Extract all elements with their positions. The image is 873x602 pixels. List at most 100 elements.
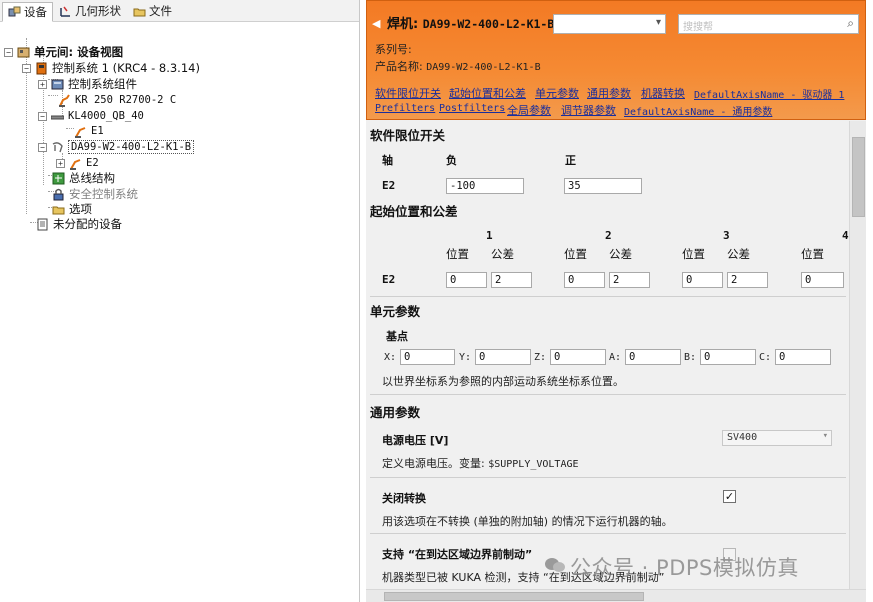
coord-label-a: A: [609, 352, 622, 363]
tree-item-options[interactable]: 选项 [52, 201, 92, 217]
nav-link-drive-1[interactable]: DefaultAxisName - 驱动器 1 [694, 86, 844, 101]
device-tree: − 单元间: 设备视图 − 控制系统 1 (KRC4 - 8.3.14) + 控… [0, 22, 359, 231]
search-input[interactable]: 搜搜帮 ⌕ [678, 14, 859, 34]
col-header-positive: 正 [565, 154, 576, 167]
tree-item-bus[interactable]: 总线结构 [52, 170, 115, 186]
base-a-field[interactable]: 0 [625, 349, 681, 365]
sw-limit-negative-field[interactable]: -100 [446, 178, 524, 194]
home-tolerance-field-2[interactable]: 2 [609, 272, 650, 288]
home-position-field-1[interactable]: 0 [446, 272, 487, 288]
supply-voltage-select[interactable]: SV400 ▾ [722, 430, 832, 446]
weld-gun-icon [51, 141, 64, 154]
collapse-toggle[interactable]: − [38, 142, 47, 152]
group-index-4: 4 [842, 229, 849, 242]
nav-link-controller-params[interactable]: 调节器参数 [561, 102, 616, 118]
shutdown-transform-label: 关闭转换 [382, 492, 426, 505]
product-name: 产品名称: DA99-W2-400-L2-K1-B [375, 58, 541, 74]
position-label-4: 位置 [801, 247, 824, 261]
nav-link-unit-params[interactable]: 单元参数 [535, 85, 579, 101]
tree-item-options-label: 选项 [69, 202, 92, 216]
shutdown-transform-description: 用该选项在不转换 (单独的附加轴) 的情况下运行机器的轴。 [382, 515, 673, 528]
watermark-text: 公众号 · PDPS模拟仿真 [570, 556, 799, 580]
collapse-toggle[interactable]: − [22, 63, 31, 73]
col-header-axis: 轴 [382, 154, 393, 167]
horizontal-scrollbar[interactable] [366, 589, 866, 602]
tab-devices[interactable]: 设备 [2, 2, 53, 22]
nav-link-postfilters[interactable]: Postfilters [439, 103, 505, 114]
serial-number-label: 系列号: [375, 43, 412, 56]
base-point-description: 以世界坐标系为参照的内部运动系统坐标系位置。 [382, 375, 624, 388]
search-icon[interactable]: ⌕ [847, 16, 854, 31]
axis-icon [69, 157, 82, 170]
tree-item-unassigned-label: 未分配的设备 [53, 217, 122, 231]
nav-link-prefilters[interactable]: Prefilters [375, 103, 435, 114]
position-label-1: 位置 [446, 247, 469, 261]
vertical-scrollbar-thumb[interactable] [852, 137, 865, 217]
tree-item-weld-gun[interactable]: − DA99-W2-400-L2-K1-B [38, 139, 195, 155]
base-z-field[interactable]: 0 [550, 349, 606, 365]
device-header: ◀ 焊机: DA99-W2-400-L2-K1-B ▾ 搜搜帮 ⌕ 系列号: 产… [366, 0, 866, 120]
expand-toggle[interactable]: + [38, 79, 47, 89]
brake-before-boundary-label: 支持 “在到达区域边界前制动” [382, 548, 533, 561]
cell-icon [17, 46, 30, 59]
nav-link-home-pos[interactable]: 起始位置和公差 [449, 85, 526, 101]
tree-item-robot[interactable]: KR 250 R2700-2 C [58, 92, 176, 108]
product-name-value: DA99-W2-400-L2-K1-B [426, 62, 541, 73]
home-tolerance-field-1[interactable]: 2 [491, 272, 532, 288]
base-b-field[interactable]: 0 [700, 349, 756, 365]
coord-label-y: Y: [459, 352, 472, 363]
components-icon [51, 78, 64, 91]
tree-item-e1[interactable]: E1 [74, 123, 104, 139]
nav-link-machine-transform[interactable]: 机器转换 [641, 85, 685, 101]
tree-item-track-label: KL4000_QB_40 [68, 110, 144, 122]
tree-item-e2[interactable]: + E2 [56, 155, 99, 171]
base-x-field[interactable]: 0 [400, 349, 455, 365]
horizontal-scrollbar-thumb[interactable] [384, 592, 644, 601]
bus-structure-icon [52, 172, 65, 185]
tree-item-bus-label: 总线结构 [69, 171, 115, 185]
section-title-unit-params: 单元参数 [370, 304, 421, 319]
tree-item-components[interactable]: + 控制系统组件 [38, 76, 137, 92]
collapse-toggle[interactable]: − [38, 111, 47, 121]
tree-item-unassigned[interactable]: 未分配的设备 [36, 216, 122, 232]
tree-item-safety[interactable]: 安全控制系统 [52, 186, 138, 202]
collapse-toggle[interactable]: − [4, 47, 13, 57]
coord-label-x: X: [384, 352, 397, 363]
document-icon [36, 218, 49, 231]
tree-item-controller[interactable]: − 控制系统 1 (KRC4 - 8.3.14) [22, 60, 200, 76]
tab-files[interactable]: 文件 [127, 1, 178, 21]
nav-link-sw-limits[interactable]: 软件限位开关 [375, 85, 441, 101]
files-icon [133, 5, 146, 18]
device-title: 焊机: DA99-W2-400-L2-K1-B [387, 13, 554, 32]
home-position-field-4[interactable]: 0 [801, 272, 844, 288]
home-position-field-2[interactable]: 0 [564, 272, 605, 288]
sw-limit-positive-field[interactable]: 35 [564, 178, 642, 194]
home-tolerance-field-3[interactable]: 2 [727, 272, 768, 288]
search-placeholder: 搜搜帮 [683, 22, 713, 33]
position-label-3: 位置 [682, 247, 705, 261]
col-header-negative: 负 [446, 154, 457, 167]
expand-toggle[interactable]: + [56, 158, 65, 168]
folder-icon [52, 203, 65, 216]
base-y-field[interactable]: 0 [475, 349, 531, 365]
home-position-field-3[interactable]: 0 [682, 272, 723, 288]
coord-label-c: C: [759, 352, 772, 363]
nav-link-axis-general[interactable]: DefaultAxisName - 通用参数 [624, 103, 772, 118]
product-name-label: 产品名称: [375, 60, 427, 73]
tree-item-cell[interactable]: − 单元间: 设备视图 [4, 44, 123, 60]
nav-link-global-params[interactable]: 全局参数 [507, 102, 551, 118]
divider [370, 394, 846, 395]
axis-icon [74, 125, 87, 138]
tree-item-e2-label: E2 [86, 157, 99, 169]
tab-geometry[interactable]: 几何形状 [53, 1, 127, 21]
vertical-scrollbar[interactable] [849, 121, 866, 589]
nav-link-general[interactable]: 通用参数 [587, 85, 631, 101]
shutdown-transform-checkbox[interactable]: ✓ [723, 490, 736, 503]
base-c-field[interactable]: 0 [775, 349, 831, 365]
tolerance-label-3: 公差 [727, 247, 750, 261]
back-arrow-icon[interactable]: ◀ [372, 17, 380, 30]
tree-item-track[interactable]: − KL4000_QB_40 [38, 108, 144, 124]
device-selector-dropdown[interactable]: ▾ [553, 14, 666, 34]
coord-label-b: B: [684, 352, 697, 363]
properties-panel: ◀ 焊机: DA99-W2-400-L2-K1-B ▾ 搜搜帮 ⌕ 系列号: 产… [366, 0, 866, 602]
